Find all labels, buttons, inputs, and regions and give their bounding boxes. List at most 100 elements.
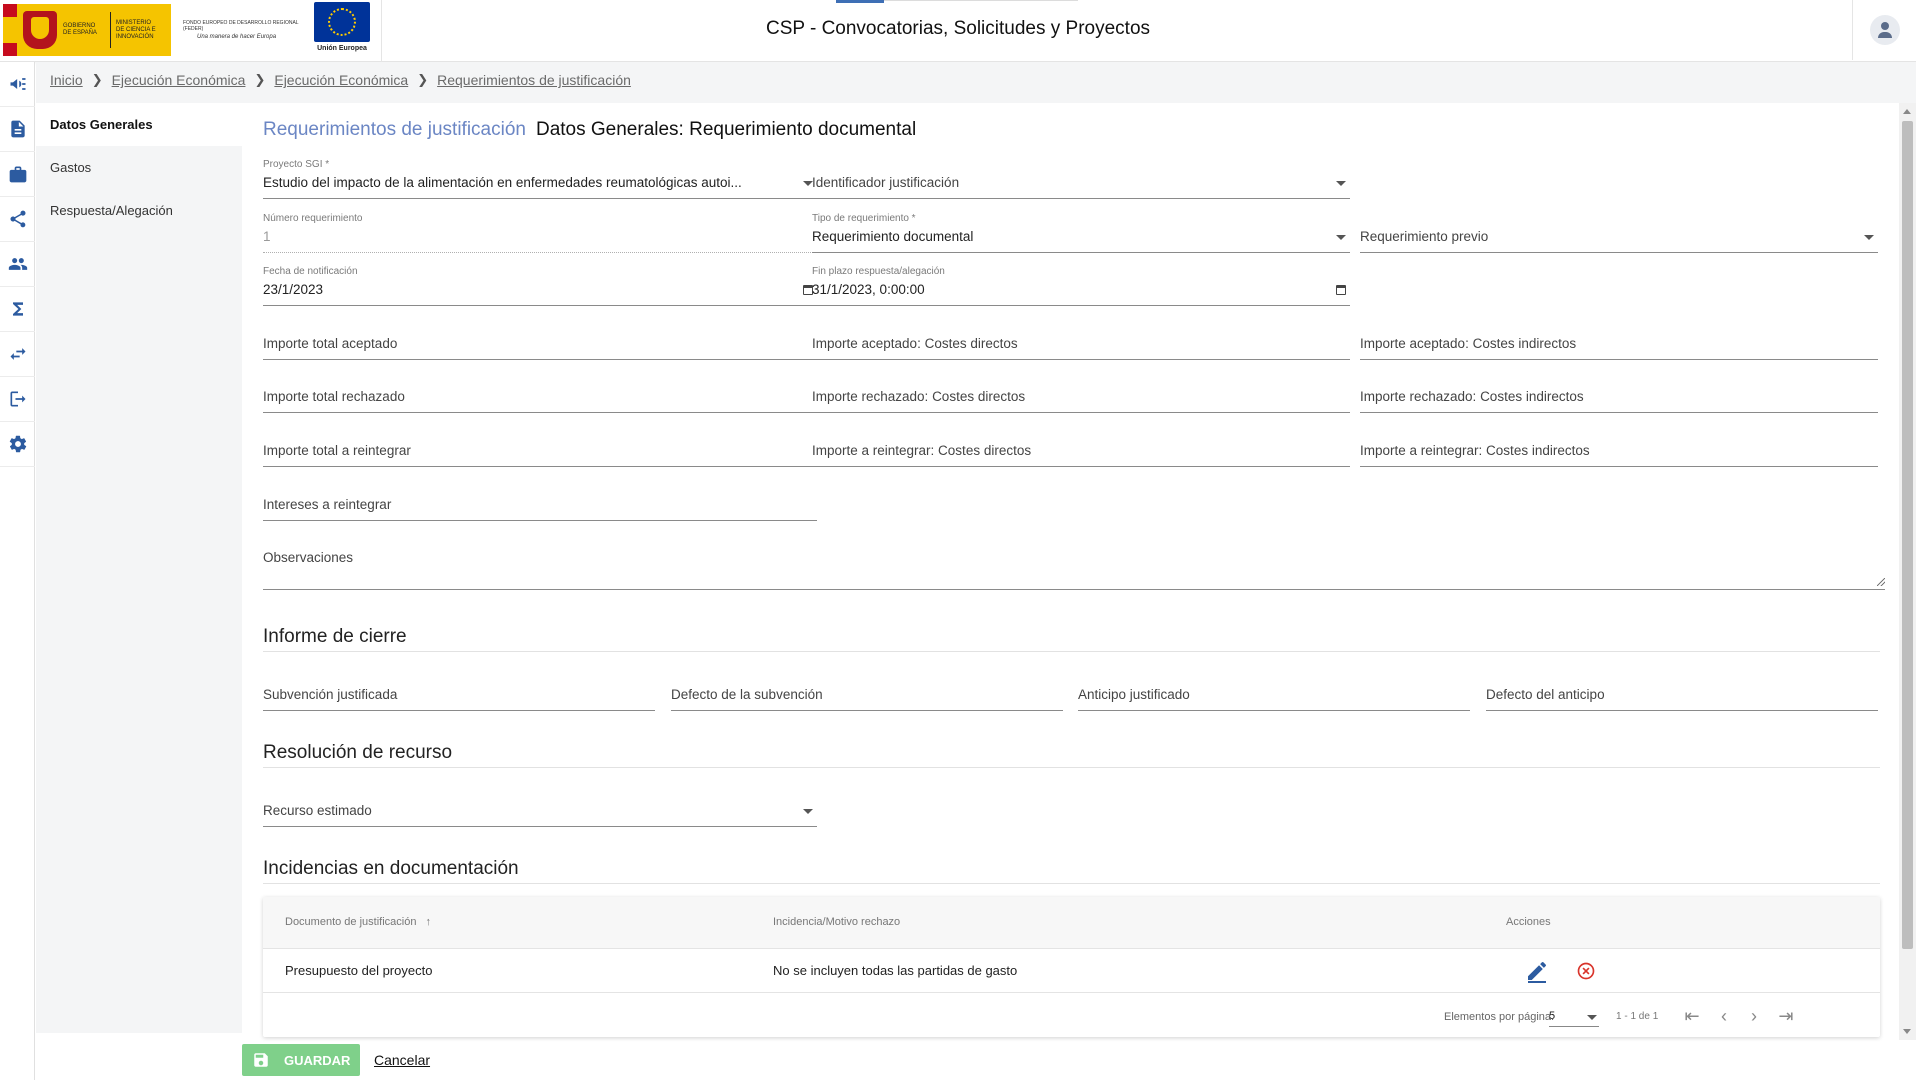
recurso-estimado-select[interactable]: Recurso estimado xyxy=(263,787,817,827)
rail-configuracion[interactable] xyxy=(0,422,35,467)
breadcrumb-requerimientos[interactable]: Requerimientos de justificación xyxy=(437,72,631,88)
proyecto-sgi-value: Estudio del impacto de la alimentación e… xyxy=(263,175,742,190)
col-header-documento[interactable]: Documento de justificación ↑ xyxy=(285,916,431,928)
floppy-icon xyxy=(254,1053,268,1067)
tipo-requerimiento-label: Tipo de requerimiento * xyxy=(812,213,916,224)
fin-plazo-field[interactable]: Fin plazo respuesta/alegación 31/1/2023,… xyxy=(812,266,1350,306)
sort-asc-icon: ↑ xyxy=(425,916,432,928)
observaciones-textarea[interactable]: Observaciones xyxy=(263,534,1885,590)
items-per-page-value: 5 xyxy=(1549,1010,1556,1022)
share-icon xyxy=(10,210,25,228)
subvencion-justificada-input[interactable]: Subvención justificada xyxy=(263,671,655,711)
nav-gastos[interactable]: Gastos xyxy=(36,146,242,189)
defecto-subvencion-input[interactable]: Defecto de la subvención xyxy=(671,671,1063,711)
tipo-requerimiento-select[interactable]: Tipo de requerimiento * Requerimiento do… xyxy=(812,213,1350,253)
rail-proyectos[interactable] xyxy=(0,152,35,197)
rail-transferencias[interactable] xyxy=(0,332,35,377)
defecto-anticipo-placeholder: Defecto del anticipo xyxy=(1486,687,1605,702)
next-page-icon[interactable]: › xyxy=(1743,1005,1765,1027)
subvencion-justificada-placeholder: Subvención justificada xyxy=(263,687,398,702)
pencil-icon[interactable] xyxy=(1525,959,1549,983)
save-button[interactable]: GUARDAR xyxy=(242,1044,360,1076)
fecha-notificacion-label: Fecha de notificación xyxy=(263,266,358,277)
close-circle-icon[interactable] xyxy=(1576,961,1596,981)
briefcase-icon xyxy=(9,166,26,183)
items-per-page-label: Elementos por página: xyxy=(1444,1011,1555,1023)
page-heading: Requerimientos de justificación Datos Ge… xyxy=(263,119,916,141)
rail-solicitudes[interactable] xyxy=(0,107,35,152)
module-rail xyxy=(0,62,35,1080)
fin-plazo-label: Fin plazo respuesta/alegación xyxy=(812,266,945,277)
importe-aceptado-directos-placeholder: Importe aceptado: Costes directos xyxy=(812,336,1018,351)
importe-total-rechazado-input[interactable]: Importe total rechazado xyxy=(263,373,817,413)
cancel-button[interactable]: Cancelar xyxy=(374,1052,430,1068)
requerimiento-previo-select[interactable]: Requerimiento previo xyxy=(1360,213,1878,253)
importe-aceptado-indirectos-input[interactable]: Importe aceptado: Costes indirectos xyxy=(1360,320,1878,360)
importe-reintegrar-indirectos-input[interactable]: Importe a reintegrar: Costes indirectos xyxy=(1360,427,1878,467)
user-icon xyxy=(1869,15,1900,45)
identificador-justificacion-placeholder: Identificador justificación xyxy=(812,175,960,190)
scroll-up-icon[interactable] xyxy=(1903,109,1911,114)
last-page-icon[interactable]: ⇥ xyxy=(1775,1005,1797,1027)
intereses-reintegrar-placeholder: Intereses a reintegrar xyxy=(263,497,392,512)
defecto-anticipo-input[interactable]: Defecto del anticipo xyxy=(1486,671,1878,711)
main-content: Requerimientos de justificación Datos Ge… xyxy=(242,103,1900,1040)
importe-rechazado-directos-input[interactable]: Importe rechazado: Costes directos xyxy=(812,373,1350,413)
nav-datos-generales[interactable]: Datos Generales xyxy=(36,103,242,146)
scroll-thumb[interactable] xyxy=(1902,121,1913,949)
resize-grip-icon[interactable] xyxy=(1877,578,1885,586)
importe-total-reintegrar-input[interactable]: Importe total a reintegrar xyxy=(263,427,817,467)
rail-ejecucion-economica[interactable] xyxy=(0,287,35,332)
scroll-down-icon[interactable] xyxy=(1903,1029,1911,1034)
importe-aceptado-directos-input[interactable]: Importe aceptado: Costes directos xyxy=(812,320,1350,360)
rail-convocatorias[interactable] xyxy=(0,62,35,107)
chevron-right-icon: ❯ xyxy=(254,72,266,87)
table-paginator: Elementos por página: 5 1 - 1 de 1 ⇤ ‹ ›… xyxy=(263,993,1880,1037)
items-per-page-select[interactable]: 5 xyxy=(1549,1005,1599,1027)
fecha-notificacion-field[interactable]: Fecha de notificación 23/1/2023 xyxy=(263,266,817,306)
rail-personas[interactable] xyxy=(0,242,35,287)
proyecto-sgi-select[interactable]: Proyecto SGI * Estudio del impacto de la… xyxy=(263,159,817,199)
save-button-label: GUARDAR xyxy=(284,1052,351,1068)
cell-documento: Presupuesto del proyecto xyxy=(285,963,433,978)
fin-plazo-value: 31/1/2023, 0:00:00 xyxy=(812,282,925,297)
incidencias-title: Incidencias en documentación xyxy=(263,858,519,879)
intereses-reintegrar-input[interactable]: Intereses a reintegrar xyxy=(263,481,817,521)
importe-rechazado-directos-placeholder: Importe rechazado: Costes directos xyxy=(812,389,1026,404)
anticipo-justificado-input[interactable]: Anticipo justificado xyxy=(1078,671,1470,711)
chevron-right-icon: ❯ xyxy=(91,72,103,87)
swap-icon xyxy=(10,348,25,360)
requerimiento-previo-placeholder: Requerimiento previo xyxy=(1360,229,1489,244)
first-page-icon[interactable]: ⇤ xyxy=(1681,1005,1703,1027)
rail-compartir[interactable] xyxy=(0,197,35,242)
importe-rechazado-indirectos-input[interactable]: Importe rechazado: Costes indirectos xyxy=(1360,373,1878,413)
importe-reintegrar-directos-input[interactable]: Importe a reintegrar: Costes directos xyxy=(812,427,1350,467)
fecha-notificacion-value: 23/1/2023 xyxy=(263,282,324,297)
eu-logo-text: Unión Europea xyxy=(317,45,367,52)
vertical-scrollbar[interactable] xyxy=(1899,103,1916,1040)
anticipo-justificado-placeholder: Anticipo justificado xyxy=(1078,687,1190,702)
breadcrumb-inicio[interactable]: Inicio xyxy=(50,72,83,88)
numero-requerimiento-field: Número requerimiento 1 xyxy=(263,213,817,253)
caret-down-icon xyxy=(1336,181,1346,186)
breadcrumb: Inicio ❯ Ejecución Económica ❯ Ejecución… xyxy=(50,72,631,88)
sigma-icon xyxy=(12,302,23,316)
caret-down-icon xyxy=(803,809,813,814)
breadcrumb-ejecucion-economica-2[interactable]: Ejecución Económica xyxy=(274,72,408,88)
breadcrumb-ejecucion-economica-1[interactable]: Ejecución Económica xyxy=(112,72,246,88)
importe-total-aceptado-input[interactable]: Importe total aceptado xyxy=(263,320,817,360)
cell-incidencia: No se incluyen todas las partidas de gas… xyxy=(773,963,1018,978)
col-header-documento-label: Documento de justificación xyxy=(285,916,417,928)
nav-respuesta-alegacion[interactable]: Respuesta/Alegación xyxy=(36,189,242,232)
importe-reintegrar-directos-placeholder: Importe a reintegrar: Costes directos xyxy=(812,443,1032,458)
identificador-justificacion-select[interactable]: Identificador justificación xyxy=(812,159,1350,199)
rail-salir[interactable] xyxy=(0,377,35,422)
table-row: Presupuesto del proyecto No se incluyen … xyxy=(263,949,1880,993)
user-menu-button[interactable] xyxy=(1852,0,1916,60)
calendar-icon[interactable] xyxy=(1336,285,1346,295)
resolucion-recurso-title: Resolución de recurso xyxy=(263,742,453,763)
importe-rechazado-indirectos-placeholder: Importe rechazado: Costes indirectos xyxy=(1360,389,1584,404)
previous-page-icon[interactable]: ‹ xyxy=(1713,1005,1735,1027)
tipo-requerimiento-value: Requerimiento documental xyxy=(812,229,974,244)
app-title: CSP - Convocatorias, Solicitudes y Proye… xyxy=(765,18,1151,39)
